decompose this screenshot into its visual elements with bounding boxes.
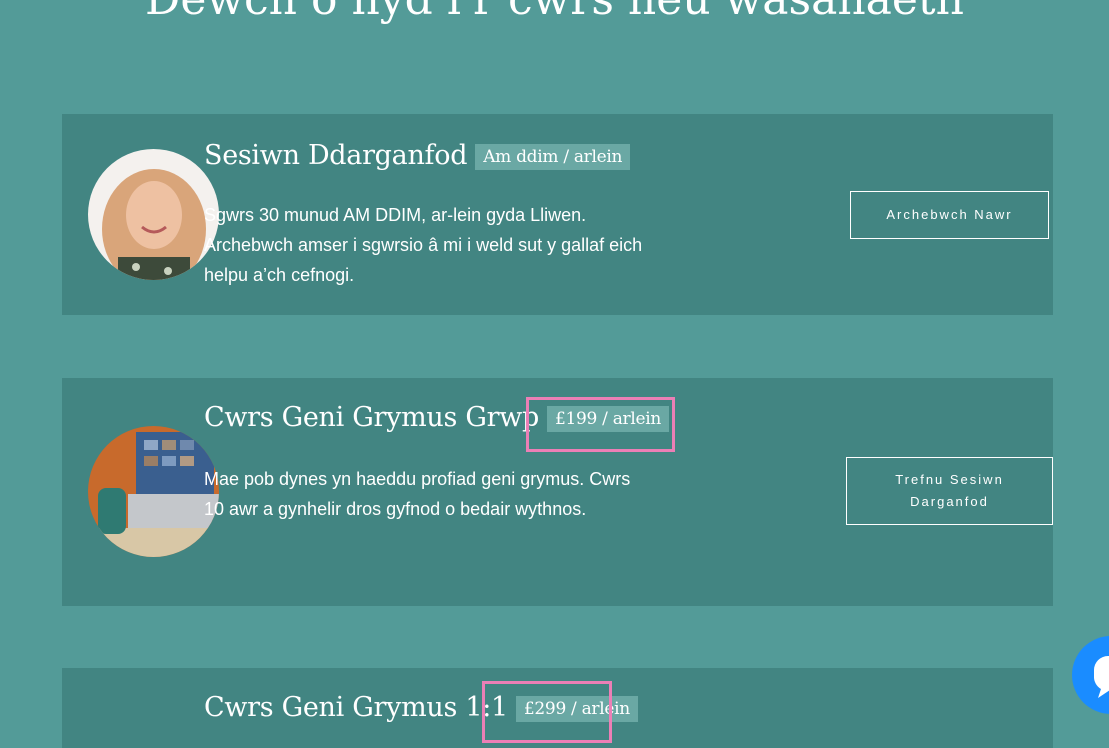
- book-now-button[interactable]: Archebwch Nawr: [850, 191, 1049, 239]
- page-heading: Dewch o hyd i'r cwrs neu wasanaeth: [0, 0, 1109, 25]
- service-title-text: Cwrs Geni Grymus Grwp: [204, 402, 539, 433]
- chat-bubble-icon: [1093, 656, 1109, 698]
- book-discovery-session-button[interactable]: Trefnu Sesiwn Darganfod: [846, 457, 1053, 525]
- service-title: Sesiwn Ddarganfod Am ddim / arlein: [204, 140, 631, 171]
- service-description: Mae pob dynes yn haeddu profiad geni gry…: [204, 469, 631, 519]
- service-card-group-course: Cwrs Geni Grymus Grwp £199 / arlein Mae p…: [62, 378, 1053, 606]
- course-image: [88, 426, 219, 557]
- price-badge: £299 / arlein: [515, 695, 638, 722]
- service-title: Cwrs Geni Grymus 1:1 £299 / arlein: [204, 692, 638, 723]
- service-title: Cwrs Geni Grymus Grwp £199 / arlein: [204, 402, 670, 433]
- service-description: Sgwrs 30 munud AM DDIM, ar-lein gyda Lli…: [204, 205, 643, 285]
- service-title-text: Cwrs Geni Grymus 1:1: [204, 692, 508, 723]
- price-badge: £199 / arlein: [547, 405, 670, 432]
- service-card-discovery: Sesiwn Ddarganfod Am ddim / arlein Sgwrs …: [62, 114, 1053, 315]
- price-badge: Am ddim / arlein: [475, 143, 631, 170]
- avatar-lliwen: [88, 149, 219, 280]
- chat-button[interactable]: [1072, 636, 1109, 714]
- service-card-one-to-one: Cwrs Geni Grymus 1:1 £299 / arlein: [62, 668, 1053, 748]
- service-title-text: Sesiwn Ddarganfod: [204, 140, 468, 171]
